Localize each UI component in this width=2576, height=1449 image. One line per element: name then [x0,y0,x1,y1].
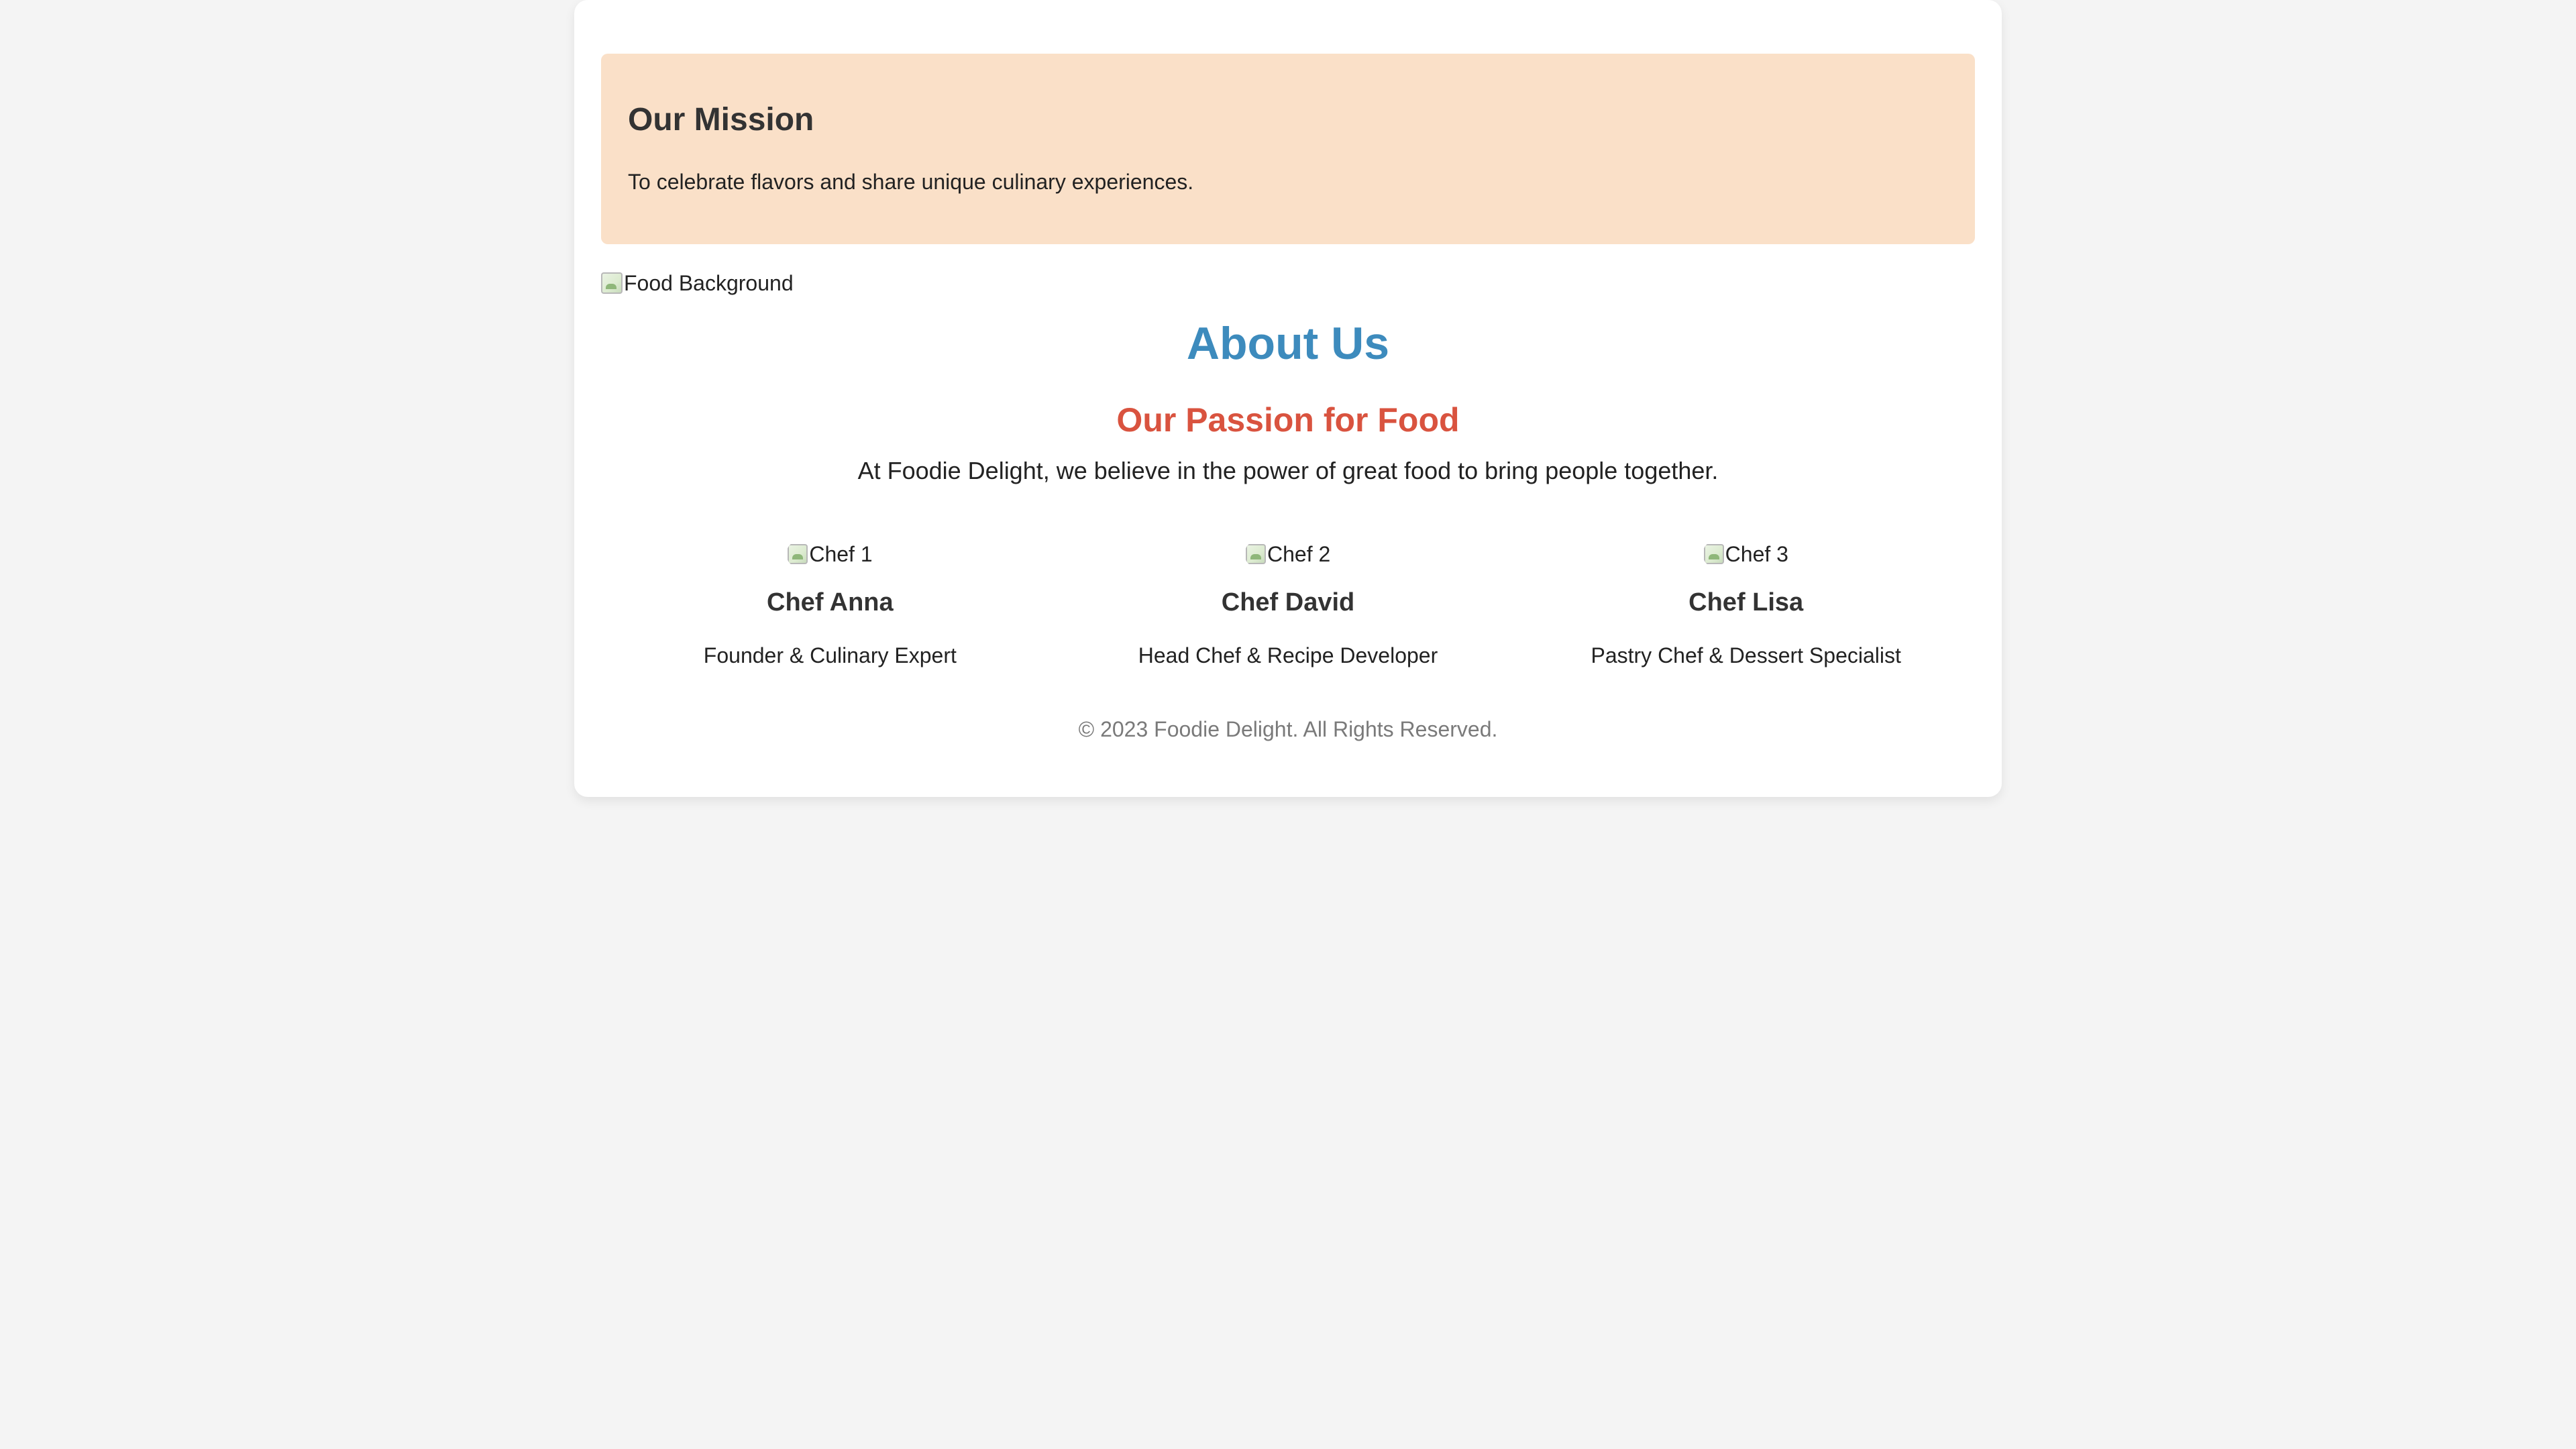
chef-name: Chef Anna [767,588,894,616]
passion-title: Our Passion for Food [1116,401,1460,439]
mission-title: Our Mission [628,102,814,138]
broken-image-icon [601,272,623,294]
chef-photo: Chef 1 [786,541,874,568]
chef-name: Chef David [1221,588,1355,616]
chef-role: Pastry Chef & Dessert Specialist [1591,643,1901,667]
broken-image-icon [1246,544,1266,564]
broken-image-icon [1703,544,1724,564]
food-background-alt-text: Food Background [624,270,794,295]
broken-image-icon [788,544,808,564]
content-card: Our Mission To celebrate flavors and sha… [574,0,2002,797]
chef-role: Head Chef & Recipe Developer [1138,643,1438,667]
food-background-image: Food Background [601,270,794,297]
chef-photo-alt-text: Chef 3 [1725,541,1788,566]
mission-text: To celebrate flavors and share unique cu… [628,170,1194,194]
chef-name: Chef Lisa [1688,588,1804,616]
chef-photo-alt-text: Chef 2 [1267,541,1331,566]
chef-card: Chef 3 Chef Lisa Pastry Chef & Dessert S… [1517,537,1975,684]
chef-role: Founder & Culinary Expert [703,643,957,667]
chef-photo: Chef 3 [1702,541,1790,568]
team-section: Chef 1 Chef Anna Founder & Culinary Expe… [601,537,1975,684]
about-intro: At Foodie Delight, we believe in the pow… [857,457,1719,484]
chef-photo: Chef 2 [1244,541,1332,568]
about-title: About Us [1186,318,1390,369]
chef-card: Chef 2 Chef David Head Chef & Recipe Dev… [1059,537,1517,684]
footer-copyright: © 2023 Foodie Delight. All Rights Reserv… [1078,717,1498,741]
chef-card: Chef 1 Chef Anna Founder & Culinary Expe… [601,537,1059,684]
mission-section: Our Mission To celebrate flavors and sha… [601,54,1975,244]
chef-photo-alt-text: Chef 1 [809,541,873,566]
